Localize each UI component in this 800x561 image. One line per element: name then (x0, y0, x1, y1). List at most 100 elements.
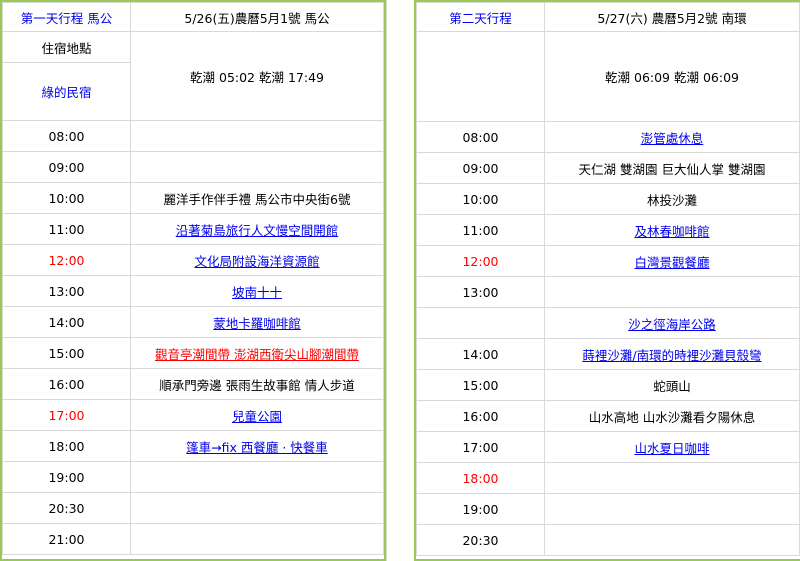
activity-cell: 觀音亭潮間帶 澎湖西衛尖山腳潮間帶 (130, 337, 384, 369)
gutter (386, 0, 416, 561)
activity-cell: 蒔裡沙灘/南環的時裡沙灘貝殼彎 (544, 338, 800, 370)
day2-tide: 乾潮 06:09 乾潮 06:09 (544, 31, 800, 122)
schedule-row: 沙之徑海岸公路 (416, 307, 800, 339)
schedule-row: 12:00 白灣景觀餐廳 (416, 245, 800, 277)
activity-link[interactable]: 及林春咖啡館 (634, 224, 709, 239)
activity-cell: 蒙地卡羅咖啡館 (130, 306, 384, 338)
activity-cell: 林投沙灘 (544, 183, 800, 215)
time-cell: 15:00 (416, 369, 545, 401)
activity-cell: 沿著菊島旅行人文慢空間開館 (130, 213, 384, 245)
day2-date: 5/27(六) 農曆5月2號 南環 (544, 2, 800, 32)
activity-text: 天仁湖 雙湖園 巨大仙人掌 雙湖園 (578, 161, 766, 177)
activity-cell (130, 120, 384, 152)
activity-link[interactable]: 篷車→fix 西餐廳 · 快餐車 (186, 440, 328, 455)
activity-link[interactable]: 蒙地卡羅咖啡館 (213, 316, 301, 331)
schedule-row: 18:00 (416, 462, 800, 494)
activity-cell: 蛇頭山 (544, 369, 800, 401)
activity-cell: 文化局附設海洋資源館 (130, 244, 384, 276)
day2-empty-cell (416, 31, 545, 122)
schedule-row: 08:00 澎管處休息 (416, 121, 800, 153)
activity-cell: 山水夏日咖啡 (544, 431, 800, 463)
schedule-row: 10:00 林投沙灘 (416, 183, 800, 215)
activity-link[interactable]: 坡南十十 (232, 285, 282, 300)
time-cell: 16:00 (416, 400, 545, 432)
schedule-row: 09:00 (2, 151, 384, 183)
time-cell: 09:00 (416, 152, 545, 184)
activity-link[interactable]: 兒童公園 (232, 409, 282, 424)
activity-cell (544, 462, 800, 494)
day1-table: 第一天行程 馬公 5/26(五)農曆5月1號 馬公 住宿地點 乾潮 05:02 … (0, 0, 386, 561)
activity-cell: 兒童公園 (130, 399, 384, 431)
schedule-row: 14:00 蒙地卡羅咖啡館 (2, 306, 384, 338)
time-cell: 15:00 (2, 337, 131, 369)
schedule-row: 19:00 (416, 493, 800, 525)
time-cell: 11:00 (416, 214, 545, 246)
activity-cell: 白灣景觀餐廳 (544, 245, 800, 277)
time-cell: 09:00 (2, 151, 131, 183)
lodging-name: 綠的民宿 (2, 62, 131, 121)
schedule-row: 13:00 坡南十十 (2, 275, 384, 307)
activity-link[interactable]: 沿著菊島旅行人文慢空間開館 (176, 223, 339, 238)
time-cell: 19:00 (2, 461, 131, 493)
activity-cell (544, 276, 800, 308)
time-cell (416, 307, 545, 339)
day1-date: 5/26(五)農曆5月1號 馬公 (130, 2, 384, 32)
schedule-row: 11:00 沿著菊島旅行人文慢空間開館 (2, 213, 384, 245)
schedule-row: 11:00 及林春咖啡館 (416, 214, 800, 246)
schedule-row: 20:30 (2, 492, 384, 524)
time-cell: 13:00 (2, 275, 131, 307)
activity-cell: 坡南十十 (130, 275, 384, 307)
activity-cell (130, 492, 384, 524)
activity-cell (130, 151, 384, 183)
schedule-row: 16:00 山水高地 山水沙灘看夕陽休息 (416, 400, 800, 432)
activity-text: 順承門旁邊 張雨生故事館 情人步道 (159, 377, 355, 393)
activity-link[interactable]: 蒔裡沙灘/南環的時裡沙灘貝殼彎 (582, 348, 761, 363)
time-cell: 20:30 (2, 492, 131, 524)
schedule-row: 08:00 (2, 120, 384, 152)
activity-cell (130, 523, 384, 555)
activity-link[interactable]: 沙之徑海岸公路 (628, 317, 716, 332)
schedule-row: 20:30 (416, 524, 800, 556)
schedule-row: 10:00 麗洋手作伴手禮 馬公市中央街6號 (2, 182, 384, 214)
time-cell: 16:00 (2, 368, 131, 400)
itinerary-page: 第一天行程 馬公 5/26(五)農曆5月1號 馬公 住宿地點 乾潮 05:02 … (0, 0, 800, 561)
time-cell: 12:00 (2, 244, 131, 276)
activity-cell: 麗洋手作伴手禮 馬公市中央街6號 (130, 182, 384, 214)
activity-link[interactable]: 文化局附設海洋資源館 (194, 254, 319, 269)
schedule-row: 12:00 文化局附設海洋資源館 (2, 244, 384, 276)
activity-text: 林投沙灘 (646, 192, 697, 208)
schedule-row: 15:00 觀音亭潮間帶 澎湖西衛尖山腳潮間帶 (2, 337, 384, 369)
activity-text: 麗洋手作伴手禮 馬公市中央街6號 (163, 191, 351, 207)
schedule-row: 18:00 篷車→fix 西餐廳 · 快餐車 (2, 430, 384, 462)
schedule-row: 13:00 (416, 276, 800, 308)
day1-title: 第一天行程 馬公 (2, 2, 131, 32)
activity-link[interactable]: 山水夏日咖啡 (634, 441, 709, 456)
day2-table: 第二天行程 5/27(六) 農曆5月2號 南環 乾潮 06:09 乾潮 06:0… (414, 0, 800, 561)
activity-cell: 澎管處休息 (544, 121, 800, 153)
day1-tide: 乾潮 05:02 乾潮 17:49 (130, 31, 384, 121)
time-cell: 17:00 (2, 399, 131, 431)
activity-cell: 天仁湖 雙湖園 巨大仙人掌 雙湖園 (544, 152, 800, 184)
lodging-label: 住宿地點 (2, 31, 131, 63)
schedule-row: 14:00 蒔裡沙灘/南環的時裡沙灘貝殼彎 (416, 338, 800, 370)
schedule-row: 21:00 (2, 523, 384, 555)
schedule-row: 15:00 蛇頭山 (416, 369, 800, 401)
activity-cell: 沙之徑海岸公路 (544, 307, 800, 339)
activity-cell: 及林春咖啡館 (544, 214, 800, 246)
time-cell: 13:00 (416, 276, 545, 308)
time-cell: 21:00 (2, 523, 131, 555)
time-cell: 18:00 (416, 462, 545, 494)
activity-cell: 順承門旁邊 張雨生故事館 情人步道 (130, 368, 384, 400)
time-cell: 12:00 (416, 245, 545, 277)
schedule-row: 09:00 天仁湖 雙湖園 巨大仙人掌 雙湖園 (416, 152, 800, 184)
schedule-row: 17:00 兒童公園 (2, 399, 384, 431)
schedule-row: 19:00 (2, 461, 384, 493)
time-cell: 14:00 (416, 338, 545, 370)
activity-link[interactable]: 觀音亭潮間帶 澎湖西衛尖山腳潮間帶 (155, 347, 359, 362)
activity-link[interactable]: 澎管處休息 (641, 131, 704, 146)
activity-link[interactable]: 白灣景觀餐廳 (634, 255, 709, 270)
activity-cell (130, 461, 384, 493)
time-cell: 11:00 (2, 213, 131, 245)
activity-cell: 篷車→fix 西餐廳 · 快餐車 (130, 430, 384, 462)
day2-title: 第二天行程 (416, 2, 545, 32)
